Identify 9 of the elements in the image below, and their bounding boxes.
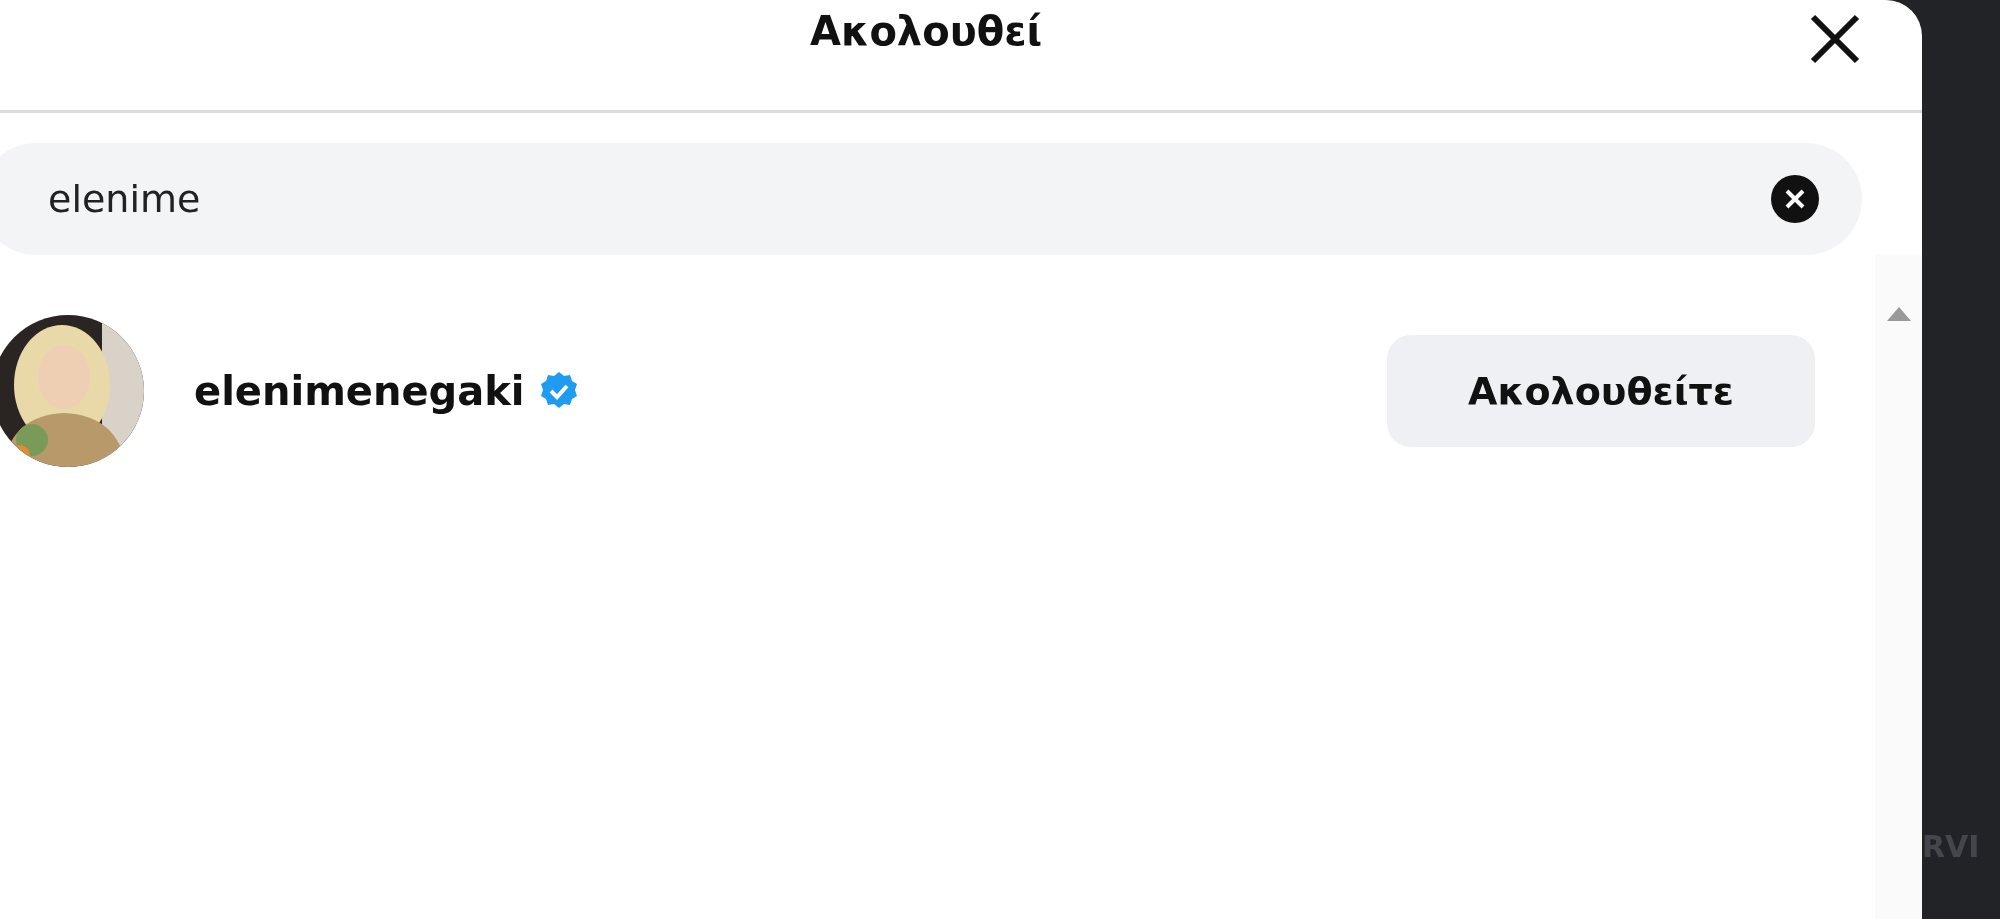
clear-button[interactable] (1770, 174, 1820, 224)
close-icon (1808, 12, 1862, 66)
close-button[interactable] (1808, 12, 1862, 66)
search-field[interactable]: elenime (0, 143, 1862, 255)
dialog-title: Ακολουθεί (810, 8, 1042, 54)
scroll-up-arrow-icon (1886, 307, 1911, 321)
clear-icon (1770, 174, 1820, 224)
username[interactable]: elenimenegaki (194, 368, 525, 414)
following-button[interactable]: Ακολουθείτε (1387, 335, 1815, 447)
